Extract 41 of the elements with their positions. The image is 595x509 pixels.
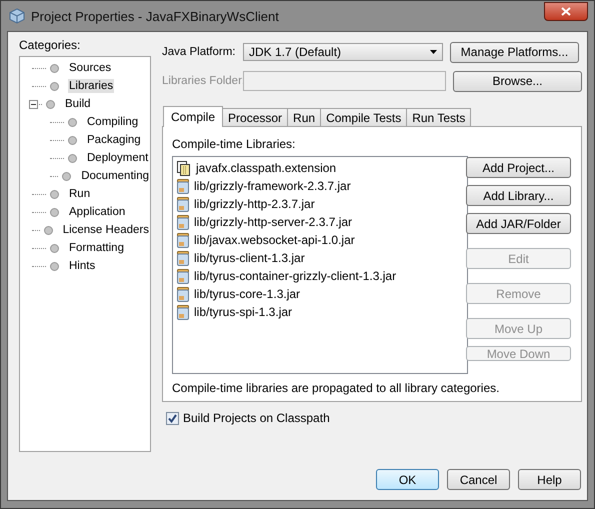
dialog-button[interactable]: Help [518, 469, 581, 490]
checkbox-label: Build Projects on Classpath [183, 411, 330, 425]
action-button[interactable]: Add Library... [466, 185, 571, 206]
java-platform-dropdown[interactable]: JDK 1.7 (Default) [243, 43, 443, 61]
category-item[interactable]: Run [68, 187, 92, 201]
info-text: Compile-time libraries are propagated to all library categories. [172, 381, 500, 395]
category-item[interactable]: Application [68, 205, 126, 219]
library-item[interactable]: lib/tyrus-spi-1.3.jar [194, 305, 292, 319]
java-platform-label: Java Platform: [162, 46, 236, 58]
category-item[interactable]: Compiling [86, 115, 140, 129]
action-button[interactable]: Add Project... [466, 157, 571, 178]
category-item[interactable]: Build [64, 97, 92, 111]
category-item[interactable]: Packaging [86, 133, 142, 147]
tab[interactable]: Compile Tests [320, 108, 408, 126]
category-item[interactable]: Hints [68, 259, 96, 273]
category-item[interactable]: Deployment [86, 151, 150, 165]
tab[interactable]: Run [287, 108, 322, 126]
tab[interactable]: Compile [163, 106, 224, 127]
library-item[interactable]: lib/tyrus-core-1.3.jar [194, 287, 300, 301]
library-item[interactable]: lib/grizzly-framework-2.3.7.jar [194, 179, 351, 193]
category-item[interactable]: Formatting [68, 241, 125, 255]
library-item[interactable]: lib/grizzly-http-2.3.7.jar [194, 197, 315, 211]
category-item[interactable]: Sources [68, 61, 112, 75]
window-title: Project Properties - JavaFXBinaryWsClient [31, 8, 280, 24]
library-item[interactable]: lib/grizzly-http-server-2.3.7.jar [194, 215, 352, 229]
library-item[interactable]: javafx.classpath.extension [196, 161, 336, 175]
category-item[interactable]: Documenting [80, 169, 150, 183]
tab[interactable]: Processor [222, 108, 288, 126]
tab[interactable]: Run Tests [406, 108, 472, 126]
categories-label: Categories: [19, 37, 82, 54]
list-label: Compile-time Libraries: [172, 137, 296, 151]
library-item[interactable]: lib/javax.websocket-api-1.0.jar [194, 233, 355, 247]
category-item[interactable]: License Headers [62, 223, 150, 237]
libraries-folder-label: Libraries Folder: [162, 75, 243, 87]
dialog-button[interactable]: OK [376, 469, 439, 490]
action-button[interactable]: Add JAR/Folder [466, 213, 571, 234]
library-item[interactable]: lib/tyrus-client-1.3.jar [194, 251, 305, 265]
dialog-button[interactable]: Cancel [447, 469, 510, 490]
library-item[interactable]: lib/tyrus-container-grizzly-client-1.3.jar [194, 269, 396, 283]
manage-platforms-button[interactable]: Manage Platforms... [450, 42, 579, 62]
category-item[interactable]: Libraries [68, 79, 114, 93]
